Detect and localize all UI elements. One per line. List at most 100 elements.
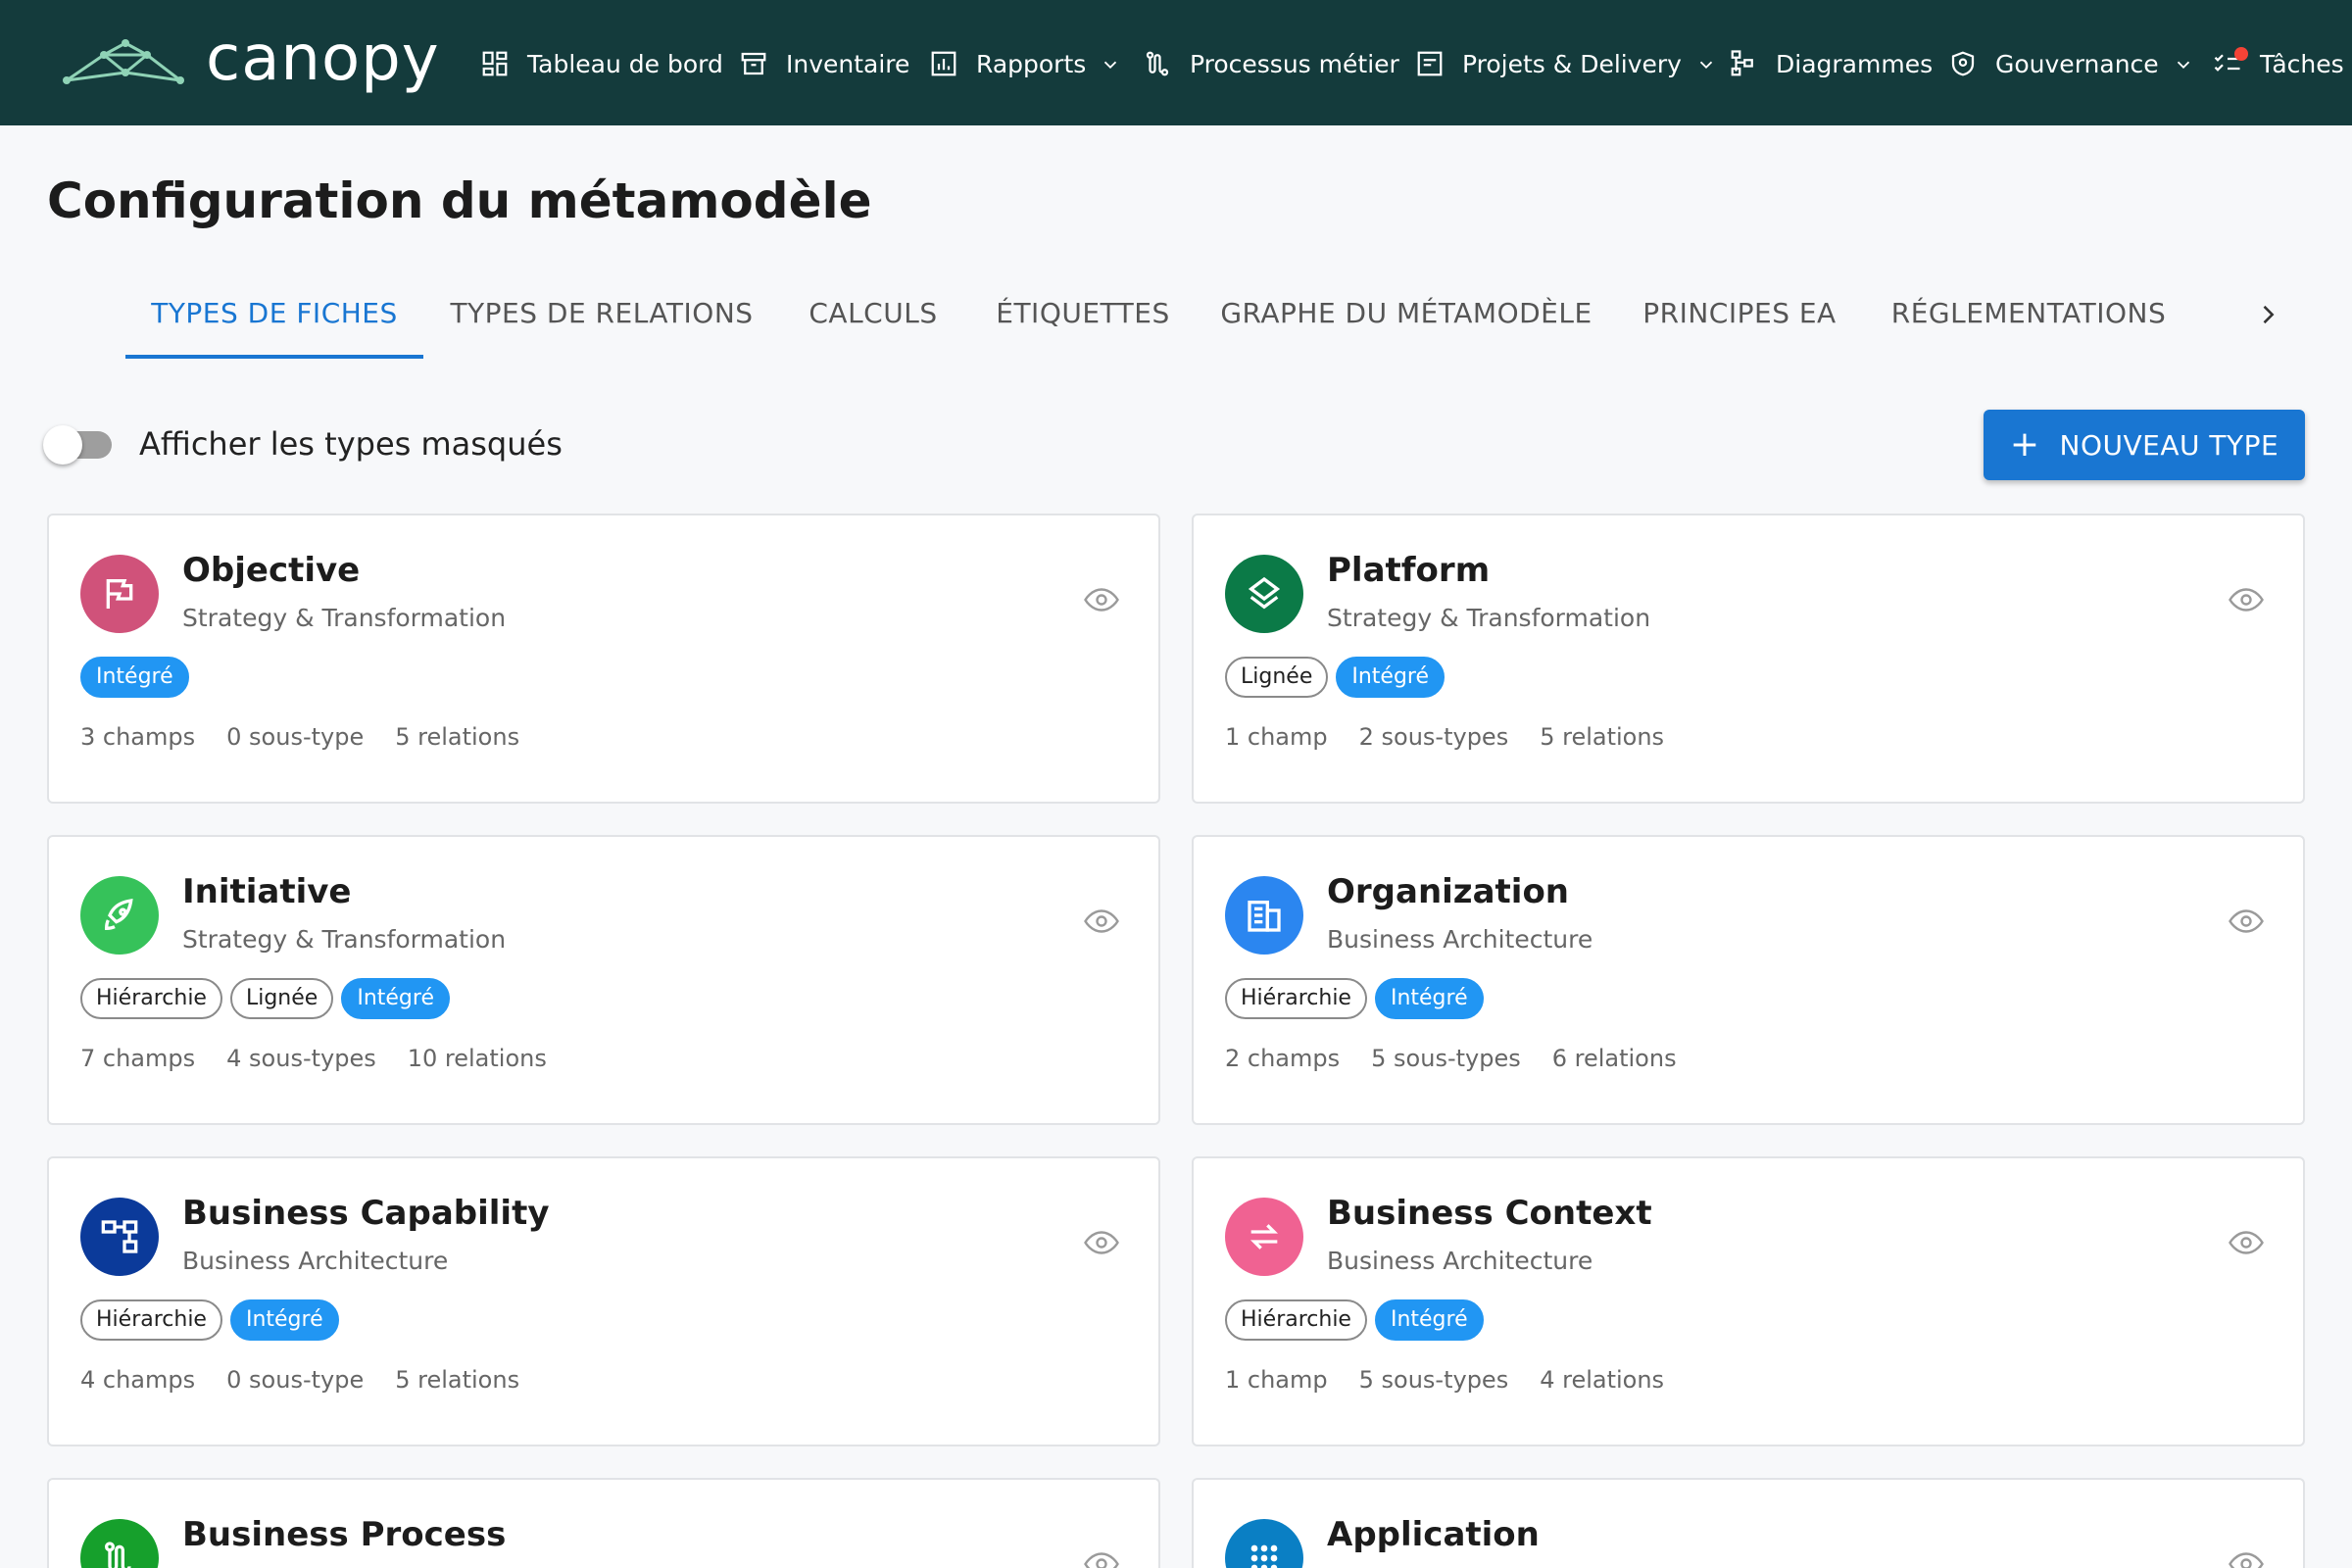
nav-reports[interactable]: Rapports — [929, 39, 1121, 88]
nav-tasks[interactable]: Tâches — [2213, 39, 2344, 88]
stat-subtypes: 0 sous-type — [226, 723, 365, 751]
visibility-eye-icon[interactable] — [2229, 1225, 2264, 1260]
nav-projects-label: Projets & Delivery — [1462, 49, 1682, 78]
app-name: canopy — [206, 23, 440, 95]
card-type-category: Business Architecture — [1327, 925, 1593, 954]
chevron-down-icon — [1695, 53, 1717, 74]
card-type-category: Strategy & Transformation — [182, 604, 507, 632]
nav-dashboard-label: Tableau de bord — [527, 49, 723, 78]
card-type-name: Objective — [182, 551, 361, 590]
card-type-business-process[interactable]: Business Process — [47, 1478, 1160, 1568]
card-type-objective[interactable]: Objective Strategy & Transformation Inté… — [47, 514, 1160, 804]
stat-relations: 5 relations — [1540, 723, 1665, 751]
chip-integrated: Intégré — [1374, 1299, 1484, 1341]
chevron-down-icon — [1100, 53, 1121, 74]
stat-fields: 1 champ — [1225, 1366, 1328, 1394]
tab-scroll-right-button[interactable] — [2248, 290, 2287, 339]
card-type-category: Business Architecture — [1327, 1247, 1593, 1275]
toggle-thumb — [43, 425, 82, 465]
card-type-organization[interactable]: Organization Business Architecture Hiéra… — [1192, 835, 2305, 1125]
tab-calculations[interactable]: CALCULS — [790, 284, 956, 363]
nav-dashboard[interactable]: Tableau de bord — [480, 39, 723, 88]
stat-relations: 5 relations — [395, 1366, 520, 1394]
show-hidden-types-toggle[interactable] — [43, 425, 116, 465]
visibility-eye-icon[interactable] — [2229, 582, 2264, 617]
chip-hierarchy: Hiérarchie — [80, 1299, 222, 1341]
stat-subtypes: 5 sous-types — [1371, 1045, 1521, 1072]
stat-fields: 3 champs — [80, 723, 196, 751]
hierarchy-icon — [80, 1198, 159, 1276]
card-type-stats: 2 champs 5 sous-types 6 relations — [1225, 1045, 1677, 1072]
stat-subtypes: 5 sous-types — [1358, 1366, 1509, 1394]
nav-inventory[interactable]: Inventaire — [739, 39, 909, 88]
project-board-icon — [1415, 49, 1445, 78]
page-title: Configuration du métamodèle — [47, 172, 872, 229]
visibility-eye-icon[interactable] — [1084, 1225, 1119, 1260]
tab-tags[interactable]: ÉTIQUETTES — [984, 284, 1182, 363]
card-type-business-capability[interactable]: Business Capability Business Architectur… — [47, 1156, 1160, 1446]
card-type-chips: Hiérarchie Intégré — [80, 1299, 339, 1341]
nav-tasks-label: Tâches — [2260, 49, 2344, 78]
nav-reports-label: Rapports — [976, 49, 1087, 78]
visibility-eye-icon[interactable] — [2229, 904, 2264, 939]
rocket-icon — [80, 876, 159, 955]
visibility-eye-icon[interactable] — [2229, 1546, 2264, 1568]
card-type-initiative[interactable]: Initiative Strategy & Transformation Hié… — [47, 835, 1160, 1125]
chip-hierarchy: Hiérarchie — [1225, 1299, 1367, 1341]
tab-regulations[interactable]: RÉGLEMENTATIONS — [1878, 284, 2180, 363]
visibility-eye-icon[interactable] — [1084, 582, 1119, 617]
card-type-application[interactable]: Application — [1192, 1478, 2305, 1568]
building-icon — [1225, 876, 1303, 955]
card-type-chips: Hiérarchie Intégré — [1225, 1299, 1484, 1341]
nav-inventory-label: Inventaire — [786, 49, 910, 78]
card-type-name: Initiative — [182, 872, 352, 911]
flag-icon — [80, 555, 159, 633]
new-type-button[interactable]: + NOUVEAU TYPE — [1984, 410, 2305, 480]
card-type-business-context[interactable]: Business Context Business Architecture H… — [1192, 1156, 2305, 1446]
nav-diagrams[interactable]: Diagrammes — [1729, 39, 1933, 88]
notification-dot — [2234, 47, 2248, 61]
stat-relations: 10 relations — [407, 1045, 547, 1072]
nav-governance[interactable]: Gouvernance — [1948, 39, 2194, 88]
chip-integrated: Intégré — [80, 657, 189, 698]
tab-metamodel-graph[interactable]: GRAPHE DU MÉTAMODÈLE — [1211, 284, 1601, 363]
chevron-right-icon — [2263, 305, 2275, 324]
nav-projects[interactable]: Projets & Delivery — [1415, 39, 1717, 88]
visibility-eye-icon[interactable] — [1084, 1546, 1119, 1568]
card-type-platform[interactable]: Platform Strategy & Transformation Ligné… — [1192, 514, 2305, 804]
process-icon — [80, 1519, 159, 1568]
card-type-name: Business Process — [182, 1515, 507, 1554]
app-logo[interactable]: canopy — [59, 25, 440, 100]
visibility-eye-icon[interactable] — [1084, 904, 1119, 939]
tab-card-types[interactable]: TYPES DE FICHES — [125, 284, 423, 363]
card-type-chips: Lignée Intégré — [1225, 657, 1446, 698]
canopy-logo-icon — [63, 39, 184, 84]
tab-ea-principles[interactable]: PRINCIPES EA — [1631, 284, 1848, 363]
stat-fields: 4 champs — [80, 1366, 196, 1394]
nav-processes[interactable]: Processus métier — [1143, 39, 1399, 88]
card-type-name: Platform — [1327, 551, 1491, 590]
stat-relations: 5 relations — [395, 723, 520, 751]
card-type-name: Business Capability — [182, 1194, 550, 1233]
chip-hierarchy: Hiérarchie — [1225, 978, 1367, 1019]
tab-relation-types[interactable]: TYPES DE RELATIONS — [437, 284, 766, 363]
chip-lineage: Lignée — [229, 978, 334, 1019]
chip-lineage: Lignée — [1225, 657, 1329, 698]
chip-integrated: Intégré — [1336, 657, 1446, 698]
chip-integrated: Intégré — [341, 978, 450, 1019]
stat-subtypes: 4 sous-types — [226, 1045, 376, 1072]
card-type-chips: Hiérarchie Intégré — [1225, 978, 1484, 1019]
card-type-stats: 4 champs 0 sous-type 5 relations — [80, 1366, 519, 1394]
top-app-bar: canopy Tableau de bord Inventaire Rappor… — [0, 0, 2352, 125]
report-chart-icon — [929, 49, 958, 78]
archive-icon — [739, 49, 768, 78]
plus-icon: + — [2009, 424, 2040, 465]
stat-fields: 7 champs — [80, 1045, 196, 1072]
card-type-category: Strategy & Transformation — [1327, 604, 1651, 632]
stat-fields: 2 champs — [1225, 1045, 1341, 1072]
stat-subtypes: 2 sous-types — [1358, 723, 1509, 751]
process-flow-icon — [1143, 49, 1172, 78]
nav-processes-label: Processus métier — [1190, 49, 1399, 78]
card-type-stats: 1 champ 2 sous-types 5 relations — [1225, 723, 1664, 751]
stat-subtypes: 0 sous-type — [226, 1366, 365, 1394]
